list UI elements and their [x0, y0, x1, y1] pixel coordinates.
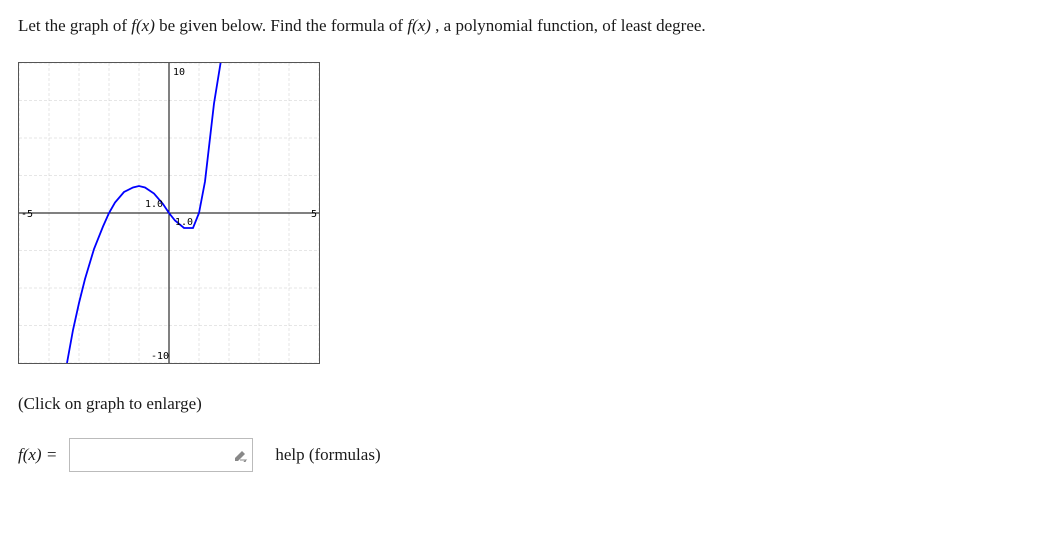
svg-text:1.0: 1.0 [145, 199, 163, 210]
answer-label-fn: f(x) [18, 445, 42, 464]
question-text: Let the graph of f(x) be given below. Fi… [18, 14, 1019, 38]
answer-input[interactable] [69, 438, 253, 472]
svg-text:10: 10 [173, 67, 185, 78]
help-formulas-link[interactable]: help (formulas) [275, 445, 380, 465]
answer-row: f(x) = help (formulas) [18, 438, 1019, 472]
question-fn1: f(x) [131, 16, 155, 35]
answer-label-eq: = [42, 445, 58, 464]
svg-text:-10: -10 [151, 351, 169, 362]
question-middle: be given below. Find the formula of [159, 16, 407, 35]
answer-label: f(x) = [18, 445, 57, 465]
svg-text:5: 5 [311, 209, 317, 220]
question-fn2: f(x) [407, 16, 431, 35]
svg-text:1.0: 1.0 [175, 217, 193, 228]
question-prefix: Let the graph of [18, 16, 131, 35]
enlarge-note: (Click on graph to enlarge) [18, 394, 1019, 414]
polynomial-graph[interactable]: 10 -10 1.0 1.0 -5 5 [18, 62, 320, 364]
svg-text:-5: -5 [21, 209, 33, 220]
question-suffix: , a polynomial function, of least degree… [435, 16, 706, 35]
